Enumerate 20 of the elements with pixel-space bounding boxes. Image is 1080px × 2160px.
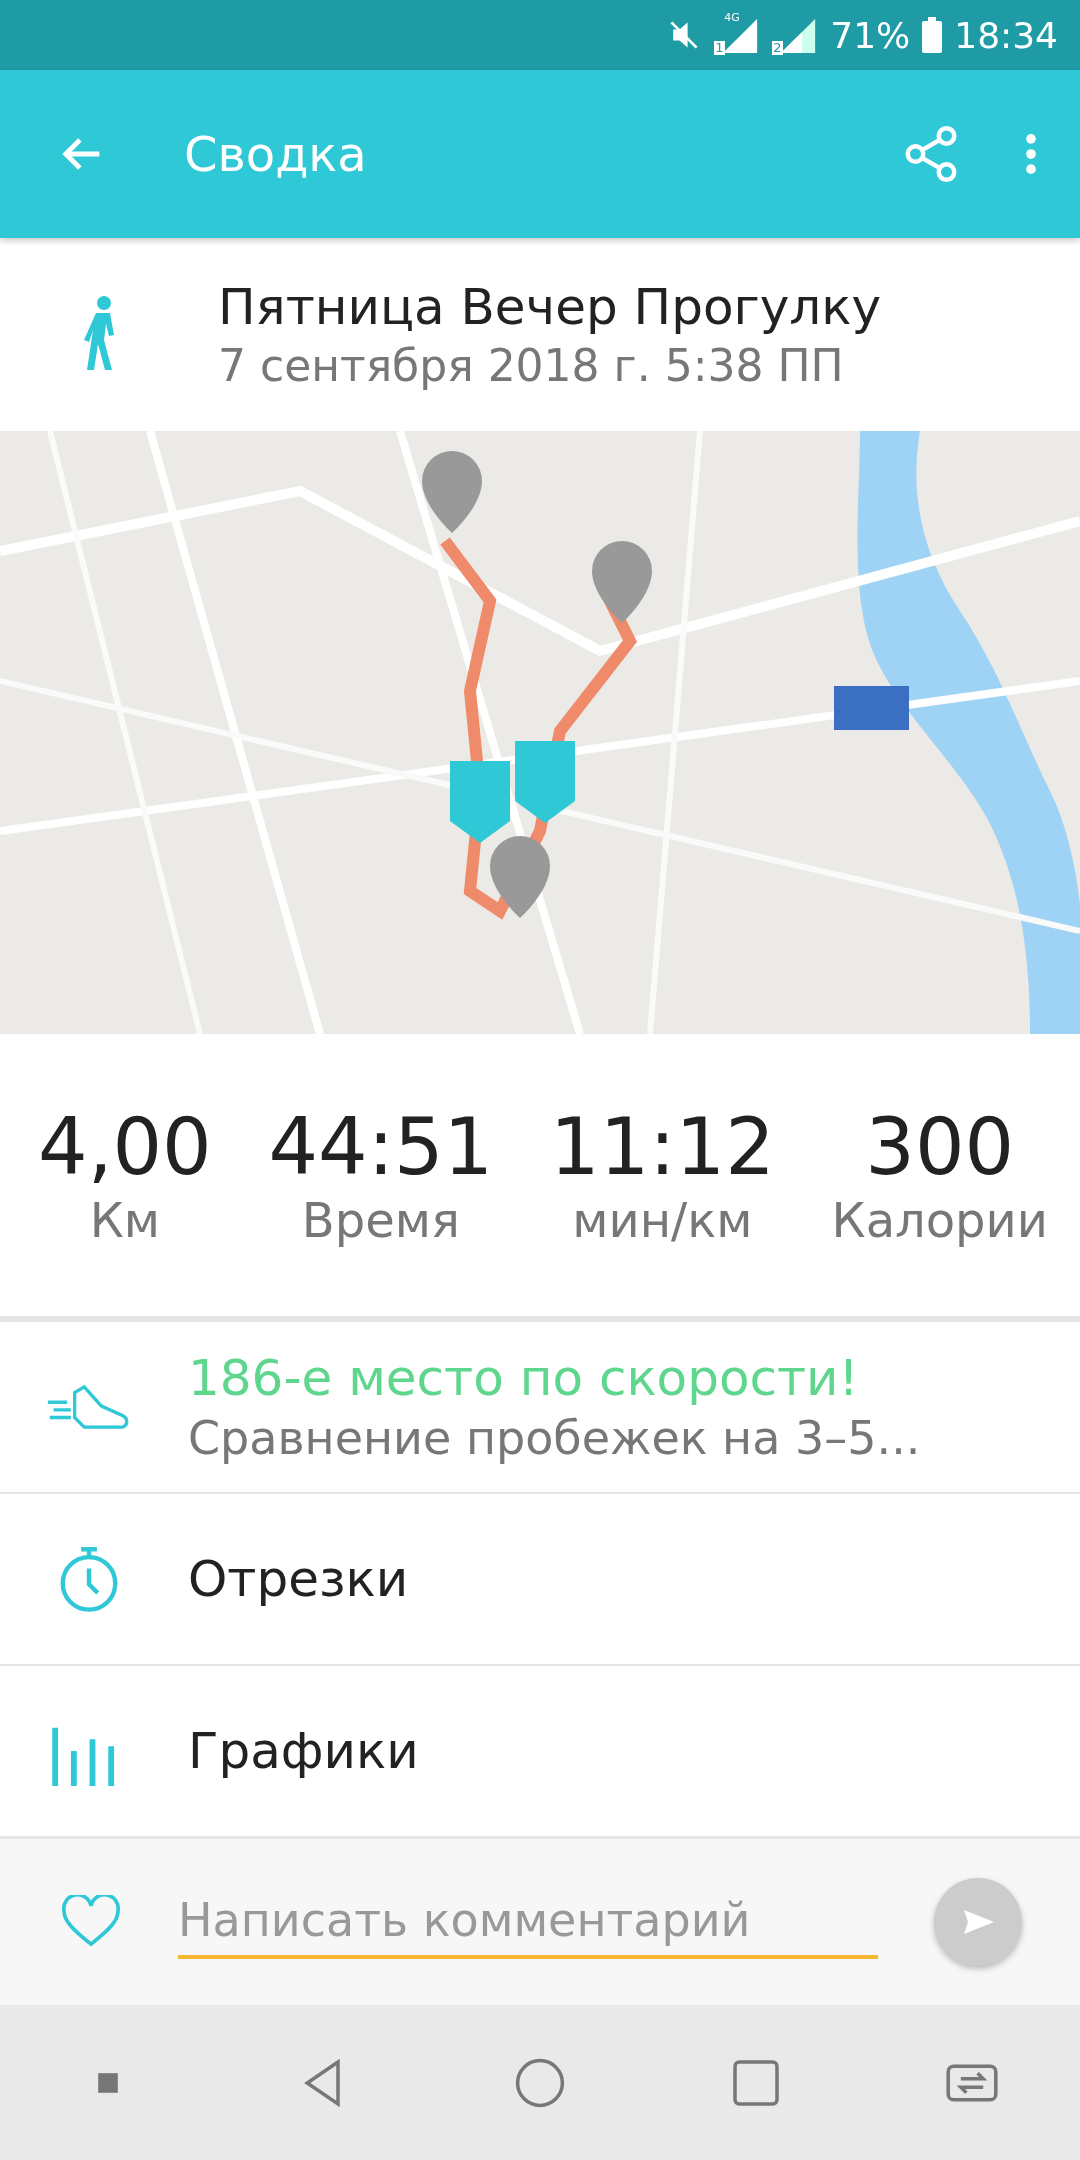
clock: 18:34 xyxy=(954,14,1058,56)
stat-label: Время xyxy=(301,1192,460,1248)
comment-composer[interactable]: Написать комментарий xyxy=(0,1837,1080,2005)
row-title[interactable]: Графики xyxy=(188,1722,419,1780)
stat-value: 4,00 xyxy=(38,1102,212,1192)
stat-value: 11:12 xyxy=(550,1102,775,1192)
row-subtitle: Сравнение пробежек на 3–5... xyxy=(188,1411,921,1465)
activity-date: 7 сентября 2018 г. 5:38 ПП xyxy=(218,340,845,391)
battery-icon xyxy=(922,17,943,53)
screen-title: Сводка xyxy=(184,126,368,182)
stat-value: 44:51 xyxy=(268,1102,494,1192)
row-title[interactable]: Отрезки xyxy=(188,1550,409,1608)
heart-icon[interactable] xyxy=(60,1895,122,1949)
stat-label: Калории xyxy=(831,1192,1048,1248)
stat-value: 300 xyxy=(865,1102,1015,1192)
activity-title: Пятница Вечер Прогулку xyxy=(218,278,882,336)
comment-field[interactable]: Написать комментарий xyxy=(178,1885,878,1959)
stat-label: Км xyxy=(89,1192,160,1248)
battery-percent: 71% xyxy=(830,14,911,56)
stat-label: мин/км xyxy=(572,1192,753,1248)
